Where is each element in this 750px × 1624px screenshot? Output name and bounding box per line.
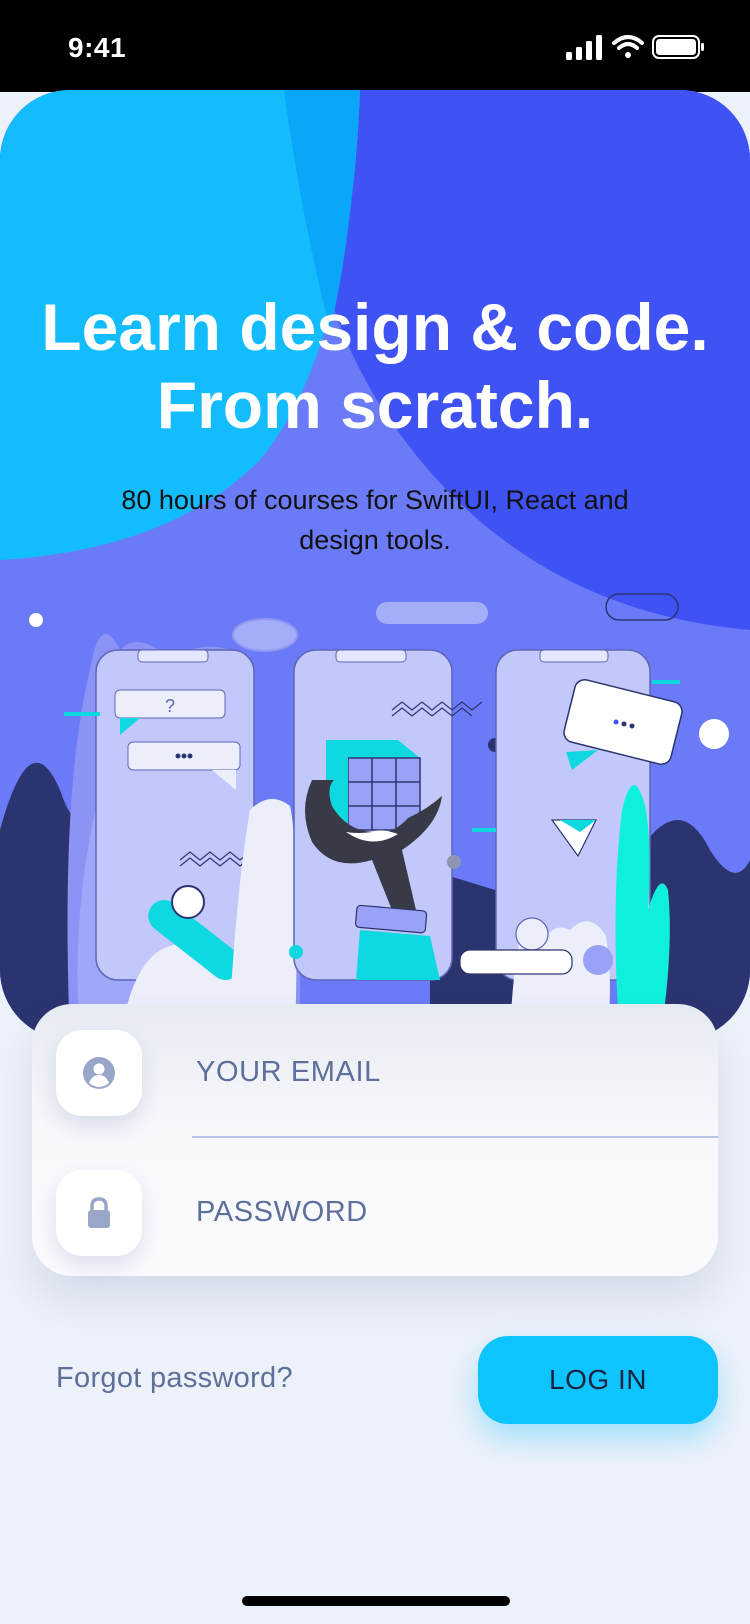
email-field[interactable]: YOUR EMAIL [196,1056,381,1089]
login-button[interactable]: LOG IN [478,1336,718,1424]
hero-subtitle: 80 hours of courses for SwiftUI, React a… [121,485,629,555]
hero-title-line1: Learn design & code. [41,290,709,364]
user-icon [83,1057,115,1089]
status-bar: 9:41 [0,0,750,92]
rubiks-cube-graphic [326,740,421,831]
cellular-signal-icon [566,35,602,60]
email-icon-box [56,1030,142,1116]
hero-banner: ? Learn design & code. From scratch. 80 … [0,90,750,1040]
lock-icon [88,1197,110,1228]
status-icons [566,35,704,60]
bubble-question-text: ? [165,696,175,716]
hero-illustration: ? [0,90,750,1040]
battery-icon [652,35,704,59]
forgot-password-link[interactable]: Forgot password? [56,1362,293,1395]
login-card: YOUR EMAIL PASSWORD [32,1004,718,1276]
hero-title-line2: From scratch. [156,368,594,442]
field-divider [192,1136,718,1138]
password-icon-box [56,1170,142,1256]
password-field[interactable]: PASSWORD [196,1196,368,1229]
status-time: 9:41 [68,32,127,63]
hero-title: Learn design & code. From scratch. [0,288,750,444]
wifi-icon [612,35,644,58]
home-indicator[interactable] [242,1596,510,1606]
